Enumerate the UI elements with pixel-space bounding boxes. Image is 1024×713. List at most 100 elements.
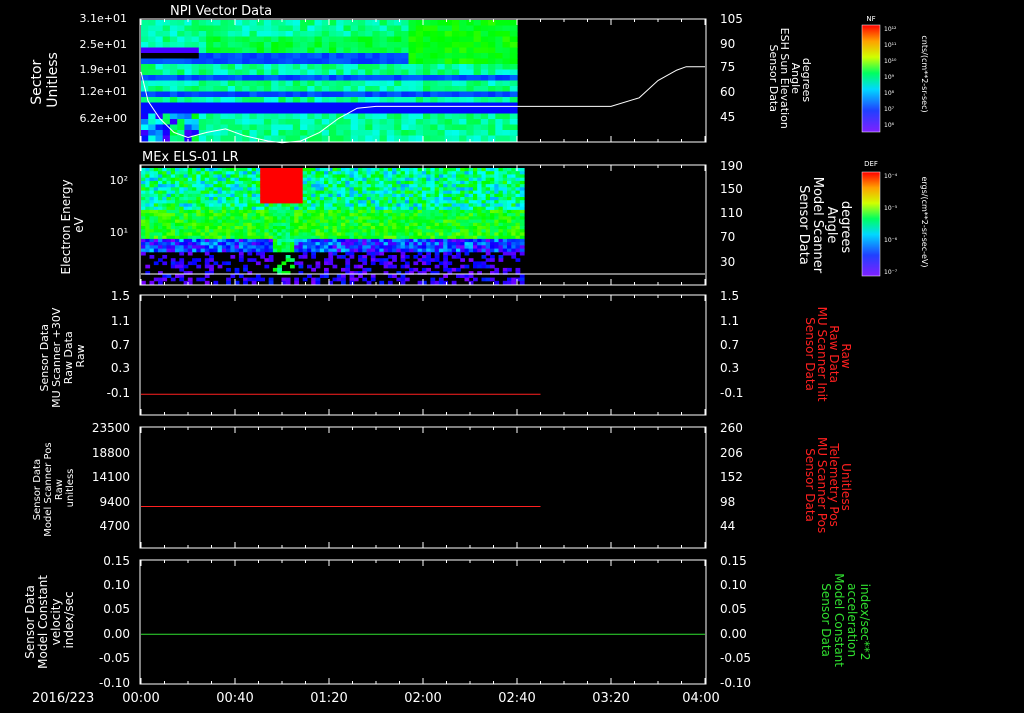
npi-heat-cell <box>213 42 222 49</box>
els-heat-cell <box>456 168 461 172</box>
els-heat-cell <box>204 177 210 182</box>
npi-heat-cell <box>372 36 381 43</box>
els-heat-cell <box>430 248 436 253</box>
els-heat-cell <box>515 232 521 237</box>
els-heat-cell <box>315 197 321 201</box>
els-heat-cell <box>175 180 180 185</box>
els-heat-cell <box>221 232 227 237</box>
els-heat-cell <box>498 213 504 217</box>
npi-heat-cell <box>278 113 287 120</box>
els-heat-cell <box>153 213 159 217</box>
els-heat-cell <box>153 171 159 175</box>
els-heat-cell <box>375 219 380 224</box>
els-heat-cell <box>200 168 206 172</box>
els-heat-cell <box>213 216 219 220</box>
npi-heat-cell <box>169 102 178 109</box>
els-heat-cell <box>238 219 244 224</box>
els-heat-cell <box>485 258 491 262</box>
npi-heat-cell <box>372 64 381 71</box>
els-heat-cell <box>170 216 176 220</box>
els-heat-cell <box>507 267 512 272</box>
npi-heat-cell <box>480 80 489 87</box>
els-heat-cell <box>404 177 410 182</box>
npi-heat-cell <box>480 64 489 71</box>
els-heat-cell <box>426 206 431 211</box>
npi-heat-cell <box>249 69 258 76</box>
els-heat-cell <box>366 219 372 224</box>
els-heat-cell <box>311 229 316 233</box>
npi-heat-cell <box>198 20 207 27</box>
els-heat-cell <box>302 190 308 195</box>
els-heat-cell <box>404 200 410 204</box>
npi-heat-cell <box>235 80 243 87</box>
els-heat-cell <box>170 171 176 175</box>
pos-right-label-line: Telemetry Pos <box>827 442 841 526</box>
els-heat-cell <box>473 200 478 204</box>
els-heat-cell <box>149 180 155 185</box>
els-heat-cell <box>426 177 431 182</box>
els-heat-cell <box>383 171 389 175</box>
els-heat-cell <box>434 213 440 217</box>
els-heat-cell <box>315 245 321 249</box>
els-heat-cell <box>460 258 465 262</box>
els-heat-cell <box>451 174 457 179</box>
els-heat-cell <box>409 171 414 175</box>
els-heat-cell <box>226 193 231 198</box>
els-heat-cell <box>238 184 244 188</box>
npi-heat-cell <box>307 25 316 32</box>
els-heat-cell <box>183 187 189 191</box>
els-heat-cell <box>379 184 385 188</box>
els-heat-cell <box>490 255 495 259</box>
els-heat-cell <box>302 229 308 233</box>
els-heat-cell <box>230 174 236 179</box>
npi-heat-cell <box>256 36 265 43</box>
els-heat-cell <box>170 180 176 185</box>
npi-heat-cell <box>488 69 496 76</box>
npi-colorbar-title: NF <box>866 15 875 23</box>
npi-heat-cell <box>357 91 366 98</box>
els-heat-cell <box>421 209 427 214</box>
els-heat-cell <box>213 203 219 208</box>
els-heat-cell <box>204 190 210 195</box>
els-heat-cell <box>192 229 197 233</box>
els-heat-cell <box>281 197 287 201</box>
els-heat-cell <box>481 226 487 230</box>
els-heat-cell <box>196 235 202 240</box>
els-heat-cell <box>179 177 185 182</box>
els-heat-cell <box>490 200 495 204</box>
npi-heat-cell <box>343 47 352 54</box>
els-heat-cell <box>447 197 453 201</box>
els-heat-cell <box>226 219 231 224</box>
npi-heat-cell <box>206 91 214 98</box>
els-heat-cell <box>507 168 512 172</box>
els-heat-cell <box>294 174 299 179</box>
els-heat-cell <box>375 200 380 204</box>
els-heat-cell <box>387 216 393 220</box>
els-heat-cell <box>468 274 474 278</box>
npi-heat-cell <box>423 47 431 54</box>
els-heat-cell <box>358 174 363 179</box>
pos-right-tick: 206 <box>720 446 743 460</box>
els-heat-cell <box>332 171 338 175</box>
els-heat-cell <box>272 245 278 249</box>
els-heat-cell <box>490 193 495 198</box>
els-heat-cell <box>234 203 240 208</box>
npi-heat-cell <box>263 80 272 87</box>
els-heat-cell <box>302 222 308 227</box>
els-heat-cell <box>370 168 376 172</box>
els-heat-cell <box>158 174 163 179</box>
els-heat-cell <box>519 177 525 182</box>
npi-heat-cell <box>350 42 359 49</box>
npi-heat-cell <box>227 31 236 38</box>
els-heat-cell <box>260 200 265 204</box>
npi-heat-cell <box>227 64 236 71</box>
els-heat-cell <box>473 193 478 198</box>
els-heat-cell <box>145 248 151 253</box>
els-heat-cell <box>162 174 168 179</box>
raw30-right-tick: 1.5 <box>720 289 739 303</box>
els-heat-cell <box>519 251 525 256</box>
npi-heat-cell <box>148 42 156 49</box>
npi-heat-cell <box>155 47 164 54</box>
els-heat-cell <box>260 174 265 179</box>
els-heat-cell <box>404 229 410 233</box>
